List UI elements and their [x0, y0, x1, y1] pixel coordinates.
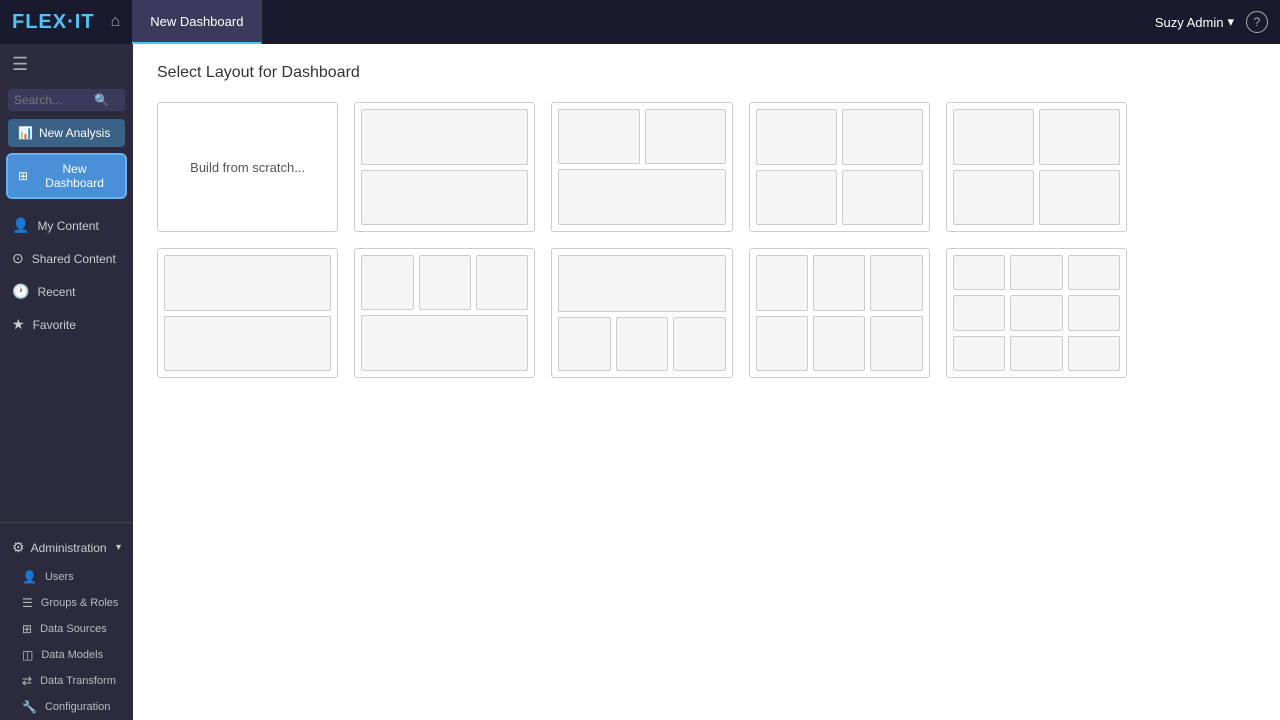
- dashboard-icon: ⊞: [18, 169, 28, 183]
- layout-option-7[interactable]: [551, 248, 732, 378]
- data-models-icon: ◫: [22, 648, 33, 662]
- users-icon: 👤: [22, 570, 37, 584]
- search-bar: 🔍: [8, 89, 125, 111]
- recent-icon: 🕐: [12, 283, 29, 300]
- layout-option-1[interactable]: [354, 102, 535, 232]
- help-button[interactable]: ?: [1246, 11, 1268, 33]
- layout-grid: Build from scratch...: [157, 102, 1127, 378]
- layout-option-4[interactable]: [946, 102, 1127, 232]
- new-analysis-button[interactable]: 📊 New Analysis: [8, 119, 125, 147]
- admin-label: Administration: [31, 541, 107, 555]
- layout-option-5[interactable]: [157, 248, 338, 378]
- sidebar-item-users[interactable]: 👤 Users: [0, 564, 133, 590]
- help-label: ?: [1254, 15, 1261, 29]
- layout-build-scratch[interactable]: Build from scratch...: [157, 102, 338, 232]
- admin-icon: ⚙: [12, 539, 25, 556]
- config-label: Configuration: [45, 701, 110, 713]
- my-content-icon: 👤: [12, 217, 29, 234]
- sidebar-item-configuration[interactable]: 🔧 Configuration: [0, 694, 133, 720]
- layout-option-2[interactable]: [551, 102, 732, 232]
- user-label: Suzy Admin: [1155, 15, 1224, 30]
- layout-option-3[interactable]: [749, 102, 930, 232]
- new-dashboard-label: New Dashboard: [34, 162, 115, 190]
- sidebar-item-groups-roles[interactable]: ☰ Groups & Roles: [0, 590, 133, 616]
- nav-section: 👤 My Content ⊙ Shared Content 🕐 Recent ★…: [0, 209, 133, 341]
- layout-option-9[interactable]: [946, 248, 1127, 378]
- groups-label: Groups & Roles: [41, 597, 119, 609]
- hamburger-icon[interactable]: ☰: [0, 44, 133, 85]
- sidebar-divider: [0, 522, 133, 523]
- sidebar-item-shared-content[interactable]: ⊙ Shared Content: [0, 242, 133, 275]
- tab-new-dashboard[interactable]: New Dashboard: [132, 0, 262, 44]
- search-input[interactable]: [14, 93, 94, 107]
- tab-new-dashboard-label: New Dashboard: [150, 14, 243, 29]
- admin-header[interactable]: ⚙ Administration ▾: [0, 531, 133, 564]
- sidebar-item-recent[interactable]: 🕐 Recent: [0, 275, 133, 308]
- data-transform-label: Data Transform: [40, 675, 116, 687]
- sidebar: ☰ 🔍 📊 New Analysis ⊞ New Dashboard 👤 My …: [0, 44, 133, 720]
- layout-option-6[interactable]: [354, 248, 535, 378]
- new-analysis-label: New Analysis: [39, 126, 110, 140]
- sidebar-item-data-models[interactable]: ◫ Data Models: [0, 642, 133, 668]
- layout-option-8[interactable]: [749, 248, 930, 378]
- topbar-right: Suzy Admin ▾ ?: [1155, 11, 1268, 33]
- sidebar-item-favorite[interactable]: ★ Favorite: [0, 308, 133, 341]
- shared-content-label: Shared Content: [32, 252, 116, 266]
- admin-chevron-icon: ▾: [116, 542, 121, 553]
- recent-label: Recent: [37, 285, 75, 299]
- sidebar-item-data-transform[interactable]: ⇄ Data Transform: [0, 668, 133, 694]
- content-area: Select Layout for Dashboard Build from s…: [133, 44, 1280, 720]
- admin-section: ⚙ Administration ▾ 👤 Users ☰ Groups & Ro…: [0, 531, 133, 720]
- main-layout: ☰ 🔍 📊 New Analysis ⊞ New Dashboard 👤 My …: [0, 44, 1280, 720]
- tab-bar: New Dashboard: [132, 0, 1155, 44]
- topbar: FLEX·IT ⌂ New Dashboard Suzy Admin ▾ ?: [0, 0, 1280, 44]
- user-dropdown-icon: ▾: [1227, 14, 1234, 30]
- data-transform-icon: ⇄: [22, 674, 32, 688]
- page-title: Select Layout for Dashboard: [157, 64, 1256, 82]
- search-button[interactable]: 🔍: [94, 93, 109, 107]
- config-icon: 🔧: [22, 700, 37, 714]
- logo: FLEX·IT: [12, 11, 95, 34]
- user-menu[interactable]: Suzy Admin ▾: [1155, 14, 1234, 30]
- sidebar-item-data-sources[interactable]: ⊞ Data Sources: [0, 616, 133, 642]
- build-scratch-label: Build from scratch...: [190, 160, 305, 175]
- groups-icon: ☰: [22, 596, 33, 610]
- bar-chart-icon: 📊: [18, 126, 33, 140]
- users-label: Users: [45, 571, 74, 583]
- new-dashboard-button[interactable]: ⊞ New Dashboard: [8, 155, 125, 197]
- data-sources-label: Data Sources: [40, 623, 107, 635]
- data-sources-icon: ⊞: [22, 622, 32, 636]
- data-models-label: Data Models: [41, 649, 103, 661]
- shared-content-icon: ⊙: [12, 250, 24, 267]
- home-icon[interactable]: ⌂: [111, 13, 121, 31]
- favorite-icon: ★: [12, 316, 25, 333]
- logo-text: FLEX·IT: [12, 11, 95, 33]
- favorite-label: Favorite: [33, 318, 76, 332]
- sidebar-item-my-content[interactable]: 👤 My Content: [0, 209, 133, 242]
- my-content-label: My Content: [37, 219, 98, 233]
